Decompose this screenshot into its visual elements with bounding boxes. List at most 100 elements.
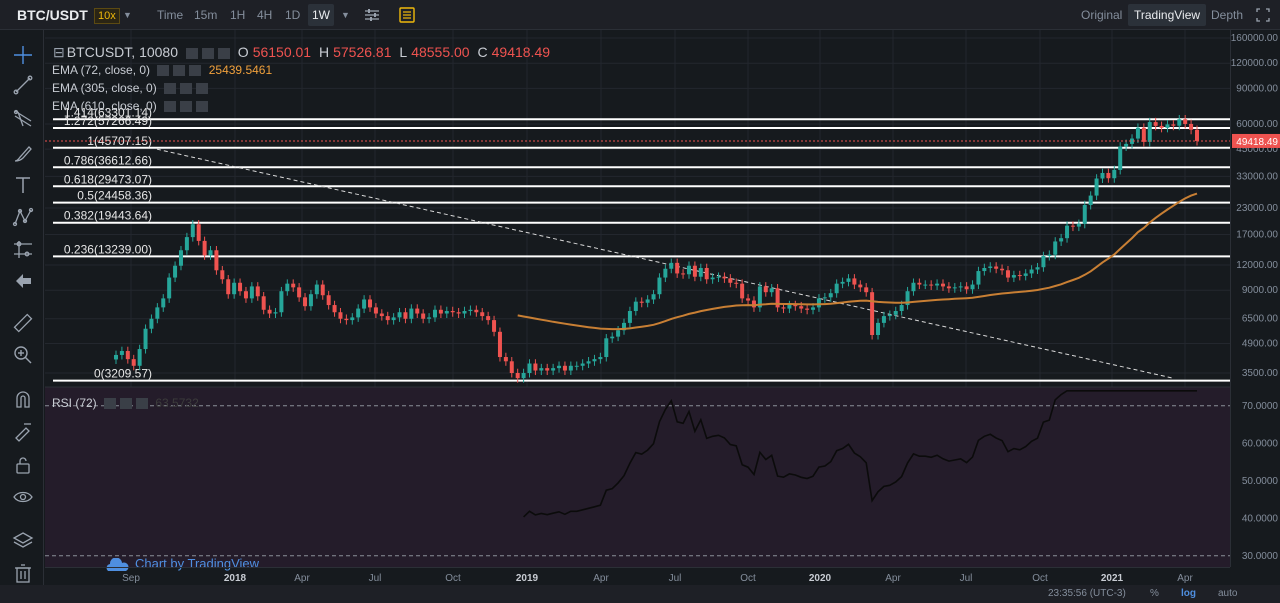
top-toolbar: BTC/USDT 10x ▼ Time 15m 1H 4H 1D 1W ▼ Or… (0, 0, 1280, 30)
candle (651, 294, 656, 300)
price-chart-canvas[interactable]: 1.414(63301.14)1.272(57266.49)1(45707.15… (45, 30, 1230, 567)
chevron-down-icon[interactable]: ▼ (123, 0, 132, 30)
crosshair-icon[interactable] (12, 44, 34, 66)
candle (799, 306, 804, 309)
timeframe-4h[interactable]: 4H (257, 0, 272, 30)
timeframe-time[interactable]: Time (157, 0, 183, 30)
time-axis[interactable]: Sep 2018 Apr Jul Oct 2019 Apr Jul Oct 2020 Apr Jul O… (45, 567, 1230, 585)
leverage-badge[interactable]: 10x (94, 8, 120, 24)
timeframe-1d[interactable]: 1D (285, 0, 300, 30)
candle (722, 276, 727, 279)
candle (297, 287, 302, 298)
ema-72-line[interactable] (517, 192, 1198, 331)
view-original-tab[interactable]: Original (1081, 0, 1122, 30)
timeframe-15m[interactable]: 15m (194, 0, 217, 30)
timeframe-1w[interactable]: 1W (308, 4, 334, 26)
log-toggle[interactable]: log (1181, 588, 1196, 599)
pattern-tool-icon[interactable] (12, 206, 34, 228)
candle (303, 297, 308, 307)
candle (751, 300, 756, 308)
time-tick-label: 2021 (1101, 573, 1124, 584)
series-actions-icons[interactable] (185, 47, 230, 59)
candle (686, 265, 691, 275)
chart-area[interactable]: 1.414(63301.14) 1.272(57266.49) 1(45707.15… (45, 30, 1230, 571)
ema-610-legend: EMA (610, close, 0) (52, 99, 212, 113)
candle (208, 250, 213, 256)
candle (1029, 269, 1034, 274)
candle (492, 320, 497, 332)
candle (521, 373, 526, 379)
layers-icon[interactable] (12, 530, 34, 552)
symbol-title[interactable]: BTC/USDT (17, 0, 88, 30)
close-label: C (477, 44, 488, 60)
trend-line-icon[interactable] (12, 74, 34, 96)
candle (509, 361, 514, 373)
timeframe-more-chevron-icon[interactable]: ▼ (341, 0, 350, 30)
fullscreen-chart-icon[interactable] (398, 0, 416, 30)
ema-610-label: EMA (610, close, 0) (52, 99, 157, 113)
trash-icon[interactable] (12, 562, 34, 584)
candle (627, 311, 632, 323)
text-tool-icon[interactable] (12, 174, 34, 196)
candle (409, 308, 414, 319)
candle (881, 316, 886, 323)
candle (704, 267, 709, 280)
ruler-icon[interactable] (12, 312, 34, 334)
indicator-settings-icon[interactable] (364, 0, 380, 30)
candle (675, 262, 680, 274)
candle (716, 276, 721, 278)
expand-icon[interactable] (1256, 0, 1270, 30)
ema-72-actions-icons[interactable] (157, 65, 202, 77)
ema-305-actions-icons[interactable] (164, 83, 209, 95)
magnet-icon[interactable] (12, 388, 34, 410)
candle (267, 309, 272, 314)
candle (1047, 254, 1052, 256)
candle (533, 363, 538, 371)
candle (161, 298, 166, 308)
pitchfork-icon[interactable] (12, 108, 34, 130)
candle (1082, 204, 1087, 224)
back-arrow-icon[interactable] (12, 270, 34, 292)
candle (291, 283, 296, 288)
brush-icon[interactable] (12, 142, 34, 164)
lock-icon[interactable] (12, 454, 34, 476)
candle (456, 312, 461, 314)
candle (545, 368, 550, 371)
percent-toggle[interactable]: % (1150, 588, 1159, 599)
time-tick-label: Apr (885, 573, 901, 584)
price-axis[interactable]: 160000.00 120000.00 90000.00 60000.00 45000.… (1230, 30, 1280, 567)
timeframe-1h[interactable]: 1H (230, 0, 245, 30)
candle (385, 316, 390, 321)
ema-305-label: EMA (305, close, 0) (52, 81, 157, 95)
rsi-actions-icons[interactable] (104, 398, 149, 410)
time-axis-labels: Sep 2018 Apr Jul Oct 2019 Apr Jul Oct 2020 Apr Jul O… (122, 573, 1193, 584)
candle (917, 282, 922, 285)
candle (539, 368, 544, 371)
ema-72-legend: EMA (72, close, 0) 25439.5461 (52, 63, 276, 77)
time-tick-label: Jul (369, 573, 382, 584)
candle (391, 317, 396, 321)
candle (1112, 169, 1117, 179)
eye-icon[interactable] (12, 486, 34, 508)
candle (852, 278, 857, 285)
candle (279, 291, 284, 313)
zoom-in-icon[interactable] (12, 344, 34, 366)
candle (350, 317, 355, 321)
candle (373, 307, 378, 314)
view-depth-tab[interactable]: Depth (1211, 0, 1243, 30)
time-tick-label: 2018 (224, 573, 247, 584)
auto-toggle[interactable]: auto (1218, 588, 1237, 599)
fib-level-label: 0.618(29473.07) (64, 172, 152, 186)
stay-in-drawing-mode-icon[interactable] (12, 420, 34, 442)
candle (421, 313, 426, 319)
candle (952, 287, 957, 289)
candle (958, 286, 963, 288)
candle (314, 284, 319, 295)
ema-610-actions-icons[interactable] (164, 101, 209, 113)
collapse-icon[interactable]: ⊟ (53, 44, 65, 60)
price-tick-label: 60000.00 (1236, 119, 1278, 130)
candle (911, 282, 916, 292)
candle (598, 357, 603, 360)
view-tradingview-tab[interactable]: TradingView (1128, 4, 1207, 26)
prediction-tool-icon[interactable] (12, 238, 34, 260)
